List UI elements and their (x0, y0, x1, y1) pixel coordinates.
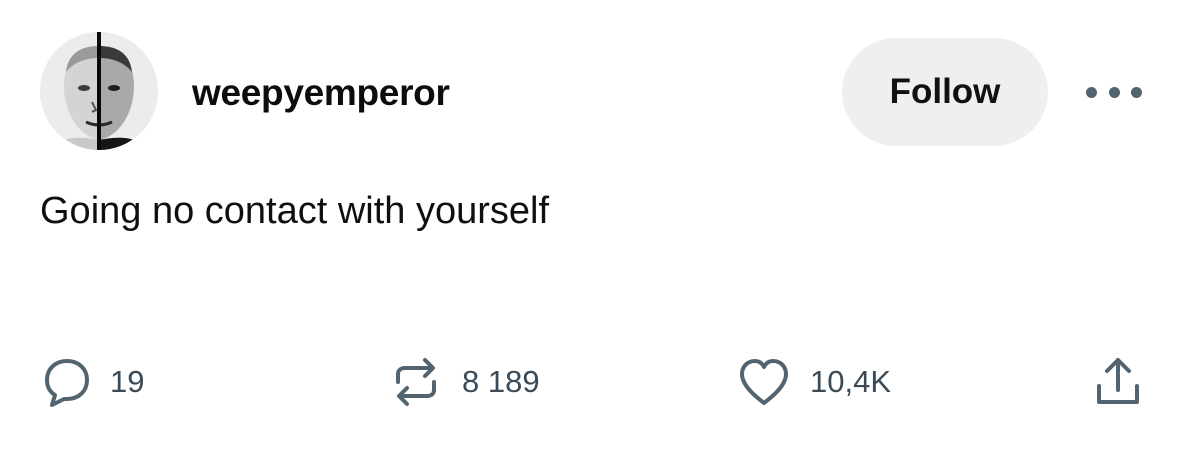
avatar-image (40, 32, 158, 150)
speech-bubble-icon (45, 359, 89, 407)
post-card: weepyemperor Follow Going no contact wit… (0, 0, 1200, 451)
repost-button[interactable]: 8 189 (388, 352, 540, 412)
repost-arrows-icon (396, 358, 436, 406)
share-button[interactable] (1092, 352, 1144, 412)
like-count: 10,4K (810, 364, 892, 399)
repost-count: 8 189 (462, 364, 540, 399)
dot (1131, 86, 1142, 98)
reply-button[interactable]: 19 (42, 352, 144, 412)
username[interactable]: weepyemperor (192, 72, 450, 114)
dot (1086, 86, 1097, 98)
reply-count: 19 (110, 364, 145, 399)
dot (1108, 86, 1120, 98)
follow-button[interactable]: Follow (842, 38, 1048, 146)
like-button[interactable]: 10,4K (736, 352, 891, 412)
more-options-icon[interactable] (1086, 78, 1142, 106)
share-upload-icon (1097, 358, 1139, 404)
post-text: Going no contact with yourself (40, 190, 550, 232)
avatar[interactable] (40, 32, 158, 150)
heart-icon (740, 359, 788, 405)
